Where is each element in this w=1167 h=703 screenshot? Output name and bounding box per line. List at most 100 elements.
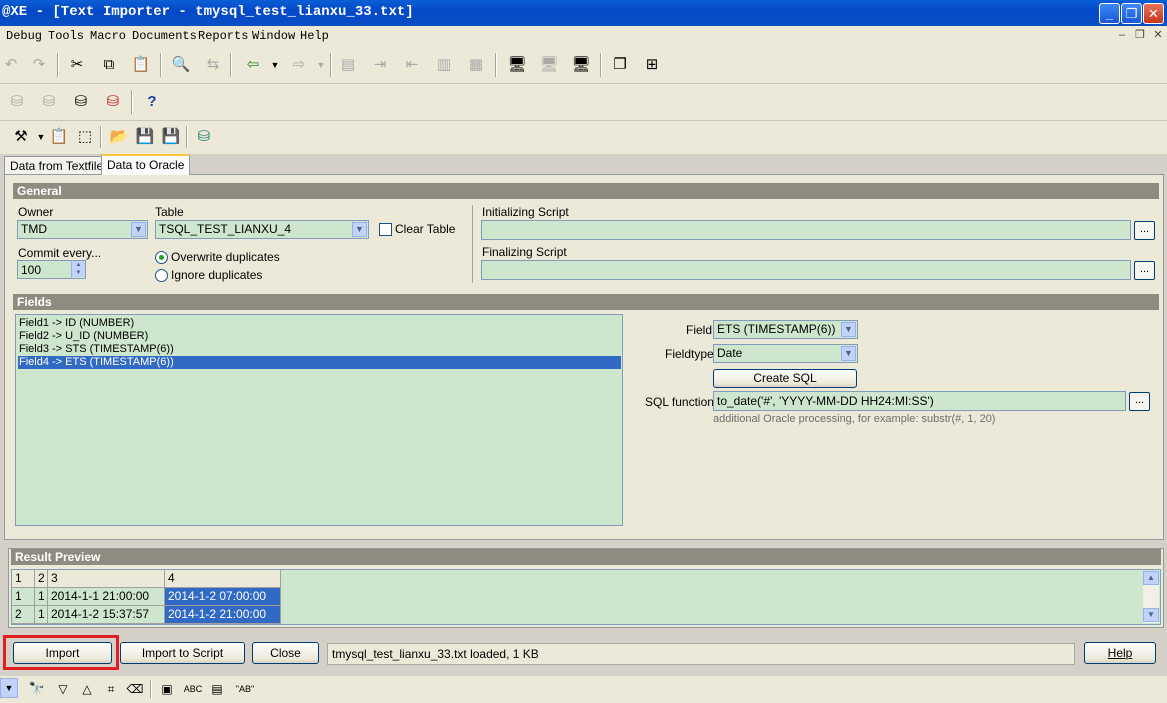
help-button[interactable]: Help (1084, 642, 1156, 664)
whole-word-icon[interactable]: ▤ (206, 678, 228, 700)
clear-table-label[interactable]: Clear Table (395, 222, 455, 236)
table-cell[interactable]: 2014-1-2 15:37:57 (48, 606, 165, 624)
copy-icon[interactable]: ⧉ (98, 54, 120, 76)
commit-input[interactable]: 100 ▲ ▼ (17, 260, 86, 279)
tab-data-to-oracle[interactable]: Data to Oracle (101, 154, 191, 175)
table-cell[interactable]: 2014-1-1 21:00:00 (48, 588, 165, 606)
database-icon[interactable]: ⛁ (70, 91, 92, 113)
find-icon[interactable]: 🔍 (170, 54, 192, 76)
monitor-run-icon[interactable]: 🖥 (570, 54, 592, 76)
result-grid[interactable]: 1 2 3 4 1 1 2014-1-1 21:00:00 2014-1-2 0… (11, 569, 1161, 625)
undo-icon[interactable]: ↶ (0, 54, 22, 76)
back-icon[interactable]: ⇦ (242, 54, 264, 76)
help-icon[interactable]: ? (141, 91, 163, 113)
disconnect-icon[interactable]: ⛁ (102, 91, 124, 113)
field-mapping-list[interactable]: Field1 -> ID (NUMBER) Field2 -> U_ID (NU… (15, 314, 623, 526)
column-header[interactable]: 3 (48, 570, 165, 588)
close-button[interactable]: Close (252, 642, 319, 664)
column-header[interactable]: 2 (35, 570, 48, 588)
wizard-icon[interactable]: ⚒ (10, 126, 32, 148)
spin-down-icon[interactable]: ▼ (72, 269, 85, 277)
final-script-input[interactable] (481, 260, 1131, 280)
list-item[interactable]: Field3 -> STS (TIMESTAMP(6)) (18, 343, 621, 356)
forward-icon[interactable]: ⇨ (288, 54, 310, 76)
sql-function-browse-button[interactable]: ... (1129, 392, 1150, 411)
final-script-browse-button[interactable]: ... (1134, 261, 1155, 280)
vertical-scrollbar[interactable]: ▲ ▼ (1143, 571, 1159, 623)
find-icon[interactable]: 🔭 (26, 678, 48, 700)
clear-table-checkbox[interactable] (379, 223, 392, 236)
database-import-icon[interactable]: ⛁ (193, 126, 215, 148)
save-disabled-icon[interactable]: 💾 (134, 126, 156, 148)
table-cell[interactable]: 1 (35, 588, 48, 606)
menu-tools[interactable]: Tools (48, 29, 84, 43)
open-folder-icon[interactable]: 📂 (108, 126, 130, 148)
select-block-icon[interactable]: ▣ (156, 678, 178, 700)
field-select[interactable]: ETS (TIMESTAMP(6)) ▼ (713, 320, 858, 339)
chevron-down-icon[interactable]: ▼ (131, 222, 146, 237)
table-cell-selected[interactable]: 2014-1-2 21:00:00 (165, 606, 281, 624)
menu-reports[interactable]: Reports (198, 29, 248, 43)
scroll-down-icon[interactable]: ▼ (1143, 608, 1159, 622)
paste-data-icon[interactable]: 📋 (48, 126, 70, 148)
import-to-script-button[interactable]: Import to Script (120, 642, 245, 664)
table-cell[interactable]: 1 (35, 606, 48, 624)
mdi-minimize-icon[interactable]: – (1114, 28, 1130, 43)
fieldtype-select[interactable]: Date ▼ (713, 344, 858, 363)
spin-up-icon[interactable]: ▲ (72, 261, 85, 269)
table-cell[interactable]: 2 (12, 606, 35, 624)
find-previous-icon[interactable]: △ (76, 678, 98, 700)
menu-debug[interactable]: Debug (6, 29, 42, 43)
tab-data-from-textfile[interactable]: Data from Textfile (4, 156, 110, 174)
restore-button[interactable]: ❐ (1121, 3, 1142, 24)
lowercase-icon[interactable]: ▦ (465, 54, 487, 76)
case-sensitive-icon[interactable]: ABC (180, 678, 206, 700)
redo-icon[interactable]: ↷ (28, 54, 50, 76)
list-item[interactable]: Field2 -> U_ID (NUMBER) (18, 330, 621, 343)
monitor-icon[interactable]: 🖥 (506, 54, 528, 76)
column-header[interactable]: 1 (12, 570, 35, 588)
scroll-up-icon[interactable]: ▲ (1143, 571, 1159, 585)
uppercase-icon[interactable]: ▥ (433, 54, 455, 76)
table-cell-selected[interactable]: 2014-1-2 07:00:00 (165, 588, 281, 606)
minimize-button[interactable]: _ (1099, 3, 1120, 24)
owner-select[interactable]: TMD ▼ (17, 220, 148, 239)
commit-spinner[interactable]: ▲ ▼ (71, 261, 85, 278)
table-cell[interactable]: 1 (12, 588, 35, 606)
init-script-input[interactable] (481, 220, 1131, 240)
mdi-restore-icon[interactable]: ❐ (1132, 28, 1148, 43)
quote-match-icon[interactable]: "AB" (232, 678, 258, 700)
indent-icon[interactable]: ⇥ (369, 54, 391, 76)
paste-icon[interactable]: 📋 (130, 54, 152, 76)
init-script-browse-button[interactable]: ... (1134, 221, 1155, 240)
replace-icon[interactable]: ⇆ (202, 54, 224, 76)
ignore-duplicates-label[interactable]: Ignore duplicates (171, 268, 262, 282)
save-icon[interactable]: 💾 (160, 126, 182, 148)
menu-macro[interactable]: Macro (90, 29, 126, 43)
tile-windows-icon[interactable]: ⊞ (641, 54, 663, 76)
connect-icon[interactable]: ⛁ (6, 91, 28, 113)
mdi-close-icon[interactable]: ✕ (1150, 28, 1166, 43)
eraser-icon[interactable]: ⌫ (124, 678, 146, 700)
ignore-duplicates-radio[interactable] (155, 269, 168, 282)
chevron-down-icon[interactable]: ▼ (352, 222, 367, 237)
column-header[interactable]: 4 (165, 570, 281, 588)
overwrite-duplicates-label[interactable]: Overwrite duplicates (171, 250, 280, 264)
list-item[interactable]: Field1 -> ID (NUMBER) (18, 317, 621, 330)
create-sql-button[interactable]: Create SQL (713, 369, 857, 388)
table-select[interactable]: TSQL_TEST_LIANXU_4 ▼ (155, 220, 369, 239)
list-item-selected[interactable]: Field4 -> ETS (TIMESTAMP(6)) (18, 356, 621, 369)
sql-function-input[interactable]: to_date('#', 'YYYY-MM-DD HH24:MI:SS') (713, 391, 1126, 411)
sql-connect-icon[interactable]: ⛁ (38, 91, 60, 113)
back-dropdown-icon[interactable]: ▼ (264, 54, 286, 76)
clear-icon[interactable]: ⬚ (74, 126, 96, 148)
chevron-down-icon[interactable]: ▼ (0, 678, 18, 698)
comment-icon[interactable]: ▤ (337, 54, 359, 76)
chevron-down-icon[interactable]: ▼ (841, 346, 856, 361)
find-next-icon[interactable]: ▽ (52, 678, 74, 700)
menu-help[interactable]: Help (300, 29, 329, 43)
unindent-icon[interactable]: ⇤ (401, 54, 423, 76)
cut-icon[interactable]: ✂ (66, 54, 88, 76)
close-window-button[interactable]: ✕ (1143, 3, 1164, 24)
highlight-icon[interactable]: ⌗ (100, 678, 122, 700)
